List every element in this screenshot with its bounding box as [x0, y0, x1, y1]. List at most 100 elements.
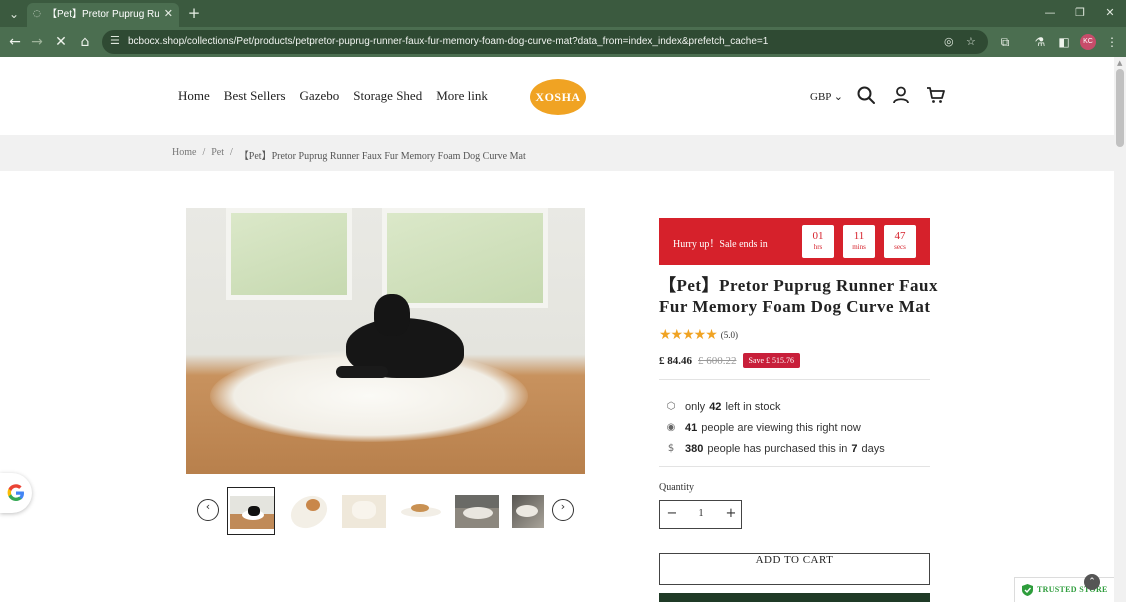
site-info-icon[interactable]: ☰ [110, 34, 120, 47]
back-arrow-icon[interactable]: ← [6, 33, 24, 51]
browser-tab-strip: ⌄ ◌ 【Pet】Pretor Puprug Runner Faux Fur M… [0, 0, 1126, 27]
shield-check-icon [1022, 584, 1033, 596]
carousel-next-icon[interactable]: › [552, 499, 574, 521]
eye-icon: ◉ [666, 422, 676, 433]
thumbnail-carousel: ‹ › [197, 485, 577, 537]
eye-off-icon[interactable]: ◎ [944, 35, 954, 48]
forward-arrow-icon[interactable]: → [28, 33, 46, 51]
countdown-mins: 11 mins [843, 225, 875, 258]
divider [659, 466, 930, 467]
currency-label: GBP [810, 91, 831, 103]
divider [659, 379, 930, 380]
stop-loading-icon[interactable]: ✕ [52, 33, 70, 51]
scroll-top-icon[interactable]: ⌃ [1084, 574, 1100, 590]
original-price: £ 600.22 [698, 354, 737, 367]
viewing-row: ◉ 41 people are viewing this right now [664, 417, 885, 438]
nav-storage-shed[interactable]: Storage Shed [353, 88, 422, 104]
countdown-hours: 01 hrs [802, 225, 834, 258]
purchased-row: $ 380 people has purchased this in 7 day… [664, 438, 885, 459]
thumbnail-3[interactable] [340, 487, 388, 535]
currency-selector[interactable]: GBP ⌄ [810, 90, 843, 103]
thumbnail-6[interactable] [510, 487, 544, 535]
thumbnail-1[interactable] [227, 487, 275, 535]
nav-more-link[interactable]: More link [436, 88, 488, 104]
plus-icon[interactable]: + [723, 506, 739, 522]
buy-now-button[interactable] [659, 593, 930, 602]
breadcrumb-home[interactable]: Home [172, 147, 196, 162]
scroll-up-arrow-icon[interactable]: ▲ [1117, 59, 1122, 67]
web-page: Home Best Sellers Gazebo Storage Shed Mo… [0, 57, 1114, 602]
account-icon[interactable] [891, 85, 911, 105]
box-icon: ⬡ [666, 401, 676, 412]
thumbnail-2[interactable] [284, 487, 332, 535]
tab-list-chevron-icon[interactable]: ⌄ [6, 6, 22, 22]
quantity-label: Quantity [659, 482, 694, 493]
tab-title: 【Pet】Pretor Puprug Runner Faux Fur Memor… [47, 9, 159, 20]
carousel-prev-icon[interactable]: ‹ [197, 499, 219, 521]
nav-home[interactable]: Home [178, 88, 210, 104]
quantity-stepper: − 1 + [659, 500, 742, 529]
stock-info-list: ⬡ only 42 left in stock ◉ 41 people are … [664, 396, 885, 459]
breadcrumb-bar: Home / Pet / 【Pet】Pretor Puprug Runner F… [0, 135, 1114, 171]
chevron-down-icon: ⌄ [833, 90, 843, 103]
new-tab-icon[interactable]: + [186, 4, 202, 22]
countdown-hours-value: 01 [812, 230, 824, 242]
main-nav: Home Best Sellers Gazebo Storage Shed Mo… [178, 88, 488, 104]
search-icon[interactable] [856, 85, 876, 105]
purchased-days-label: days [861, 442, 885, 455]
stock-post: left in stock [725, 400, 781, 413]
viewing-text: people are viewing this right now [701, 421, 861, 434]
image-window-left [226, 208, 352, 300]
stock-pre: only [685, 400, 706, 413]
add-to-cart-button[interactable]: ADD TO CART [659, 553, 930, 585]
image-dog-paw [336, 366, 388, 378]
image-window-right [382, 208, 548, 308]
browser-menu-icon[interactable]: ⋮ [1103, 33, 1121, 51]
thumbnail-4[interactable] [397, 487, 445, 535]
google-floating-button[interactable] [0, 473, 32, 513]
viewing-count: 41 [685, 421, 698, 434]
tab-loading-icon: ◌ [33, 9, 41, 19]
side-panel-icon[interactable]: ◧ [1055, 33, 1073, 51]
rating-stars-icon: ★★★★★ [659, 327, 718, 343]
breadcrumb-separator: / [202, 147, 206, 158]
image-dog-head [374, 294, 410, 336]
product-rating[interactable]: ★★★★★ (5.0) [659, 327, 738, 343]
breadcrumb-current: 【Pet】Pretor Puprug Runner Faux Fur Memor… [238, 151, 526, 162]
product-main-image[interactable] [186, 208, 585, 474]
page-scrollbar[interactable]: ▲ [1114, 57, 1126, 602]
quantity-input[interactable]: 1 [690, 508, 712, 519]
product-title: 【Pet】Pretor Puprug Runner Faux Fur Memor… [659, 276, 938, 316]
profile-avatar[interactable]: KC [1080, 34, 1096, 50]
home-icon[interactable]: ⌂ [76, 33, 94, 51]
thumbnail-5[interactable] [453, 487, 501, 535]
sale-countdown: Hurry up！Sale ends in 01 hrs 11 mins 47 … [659, 218, 930, 265]
bookmark-star-icon[interactable]: ☆ [966, 35, 976, 48]
scrollbar-thumb[interactable] [1116, 69, 1124, 147]
extensions-icon[interactable]: ⧉ [996, 33, 1014, 51]
window-close-icon[interactable]: ✕ [1100, 5, 1120, 21]
purchased-text: people has purchased this in [707, 442, 848, 455]
tab-close-icon[interactable]: ✕ [164, 7, 173, 20]
nav-gazebo[interactable]: Gazebo [300, 88, 340, 104]
breadcrumb: Home / Pet / 【Pet】Pretor Puprug Runner F… [172, 147, 526, 162]
countdown-mins-value: 11 [853, 230, 865, 242]
dollar-circle-icon: $ [667, 443, 675, 454]
breadcrumb-pet[interactable]: Pet [211, 147, 224, 162]
nav-best-sellers[interactable]: Best Sellers [224, 88, 286, 104]
price-row: £ 84.46 £ 600.22 Save £ 515.76 [659, 353, 801, 368]
site-header: Home Best Sellers Gazebo Storage Shed Mo… [0, 57, 1114, 135]
restore-icon[interactable]: ❐ [1070, 5, 1090, 21]
address-bar[interactable]: ☰ bcbocx.shop/collections/Pet/products/p… [102, 30, 988, 54]
rating-text: (5.0) [720, 330, 739, 340]
countdown-mins-unit: mins [852, 243, 866, 251]
labs-flask-icon[interactable]: ⚗ [1031, 33, 1049, 51]
minus-icon[interactable]: − [664, 506, 680, 522]
browser-tab[interactable]: ◌ 【Pet】Pretor Puprug Runner Faux Fur Mem… [27, 3, 179, 27]
purchased-count: 380 [685, 442, 704, 455]
cart-icon[interactable] [926, 85, 946, 105]
site-logo[interactable]: XOSHA [530, 79, 586, 115]
stock-row: ⬡ only 42 left in stock [664, 396, 885, 417]
current-price: £ 84.46 [659, 354, 692, 367]
minimize-icon[interactable]: — [1040, 5, 1060, 21]
